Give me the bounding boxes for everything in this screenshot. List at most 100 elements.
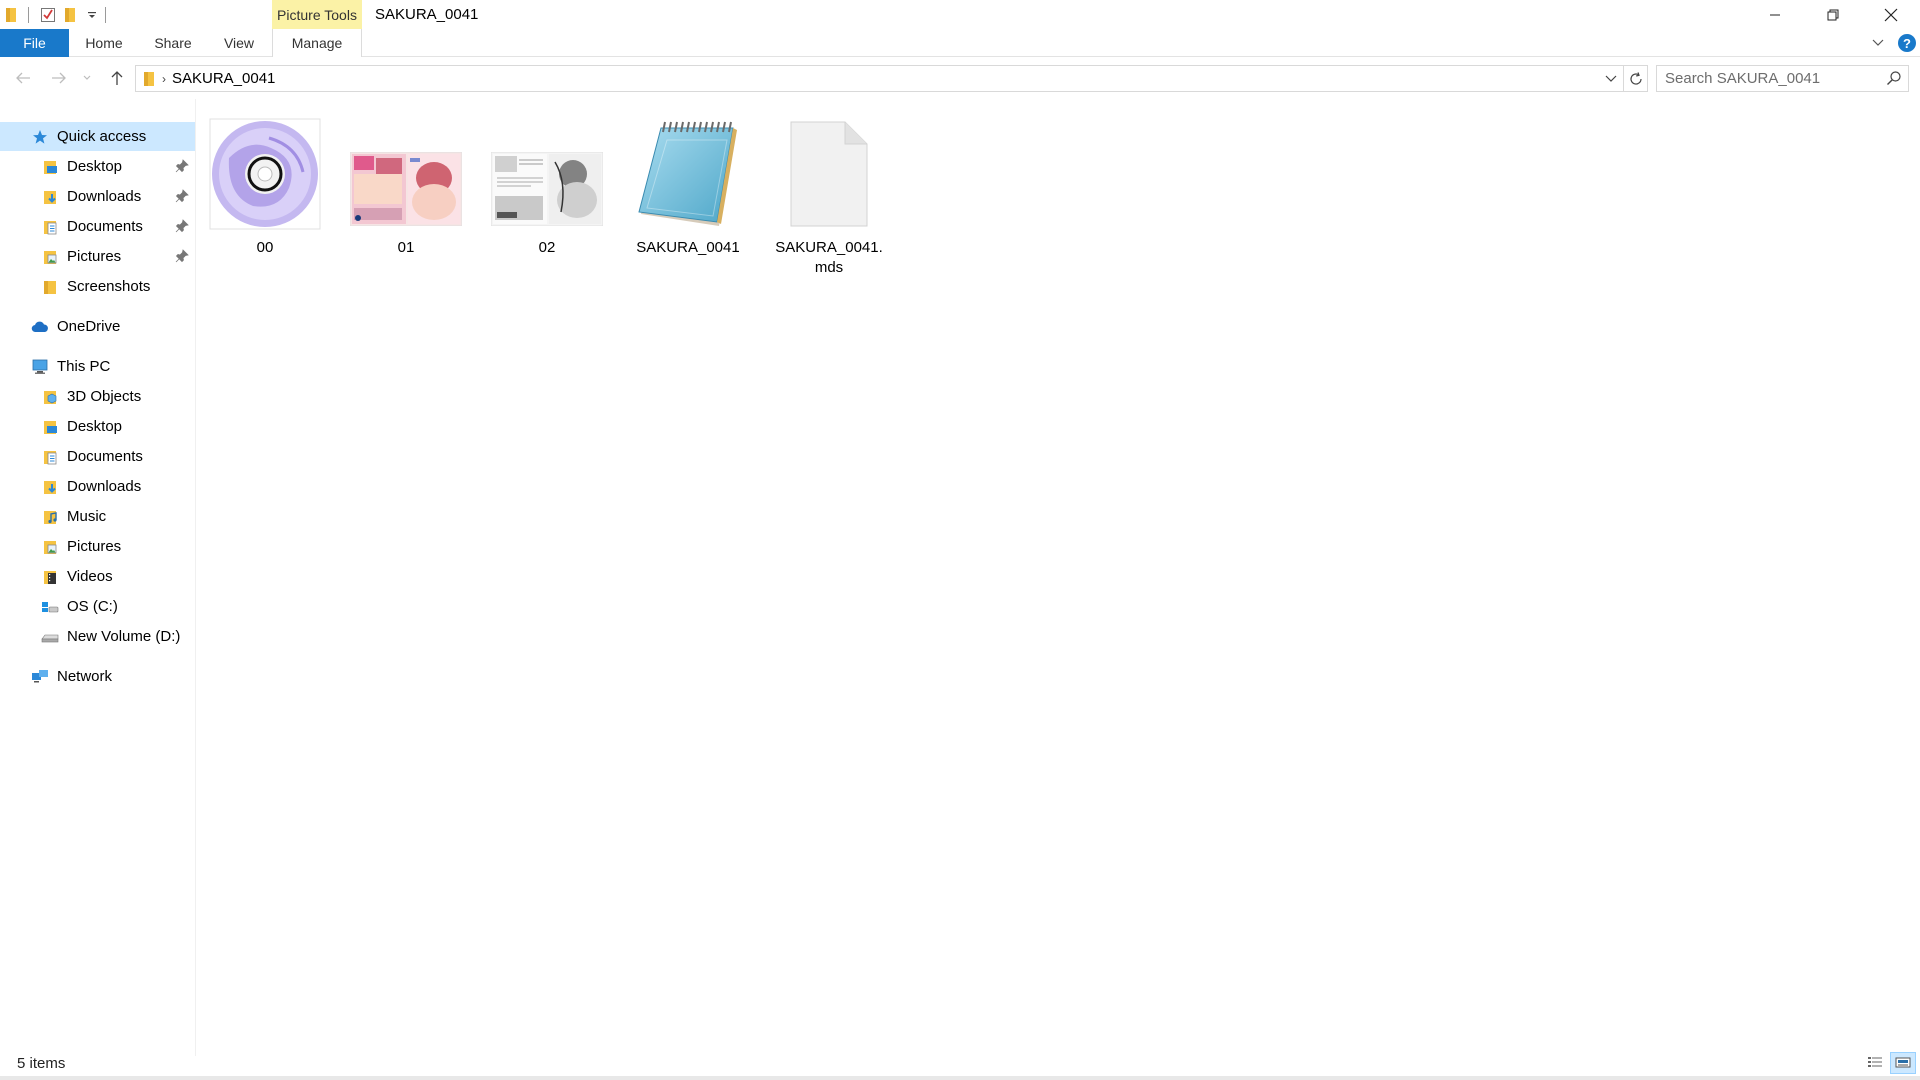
search-input[interactable] [1657,70,1872,87]
chevron-down-icon [83,75,91,80]
back-button[interactable] [12,67,34,89]
navigation-bar: › SAKURA_0041 [0,57,1920,99]
recent-locations-button[interactable] [80,67,94,89]
pin-icon [175,189,189,207]
tab-home[interactable]: Home [76,29,132,57]
nav-pc-pictures[interactable]: Pictures [0,532,195,561]
nav-quick-downloads[interactable]: Downloads [0,182,195,211]
breadcrumb-separator[interactable]: › [162,72,166,86]
nav-item-label: OneDrive [57,318,121,335]
nav-quick-pictures[interactable]: Pictures [0,242,195,271]
search-icon[interactable] [1886,70,1902,90]
close-icon [1884,8,1898,21]
nav-pc-desktop[interactable]: Desktop [0,412,195,441]
details-view-button[interactable] [1862,1052,1888,1074]
window-bottom-edge [0,1076,1920,1080]
restore-icon [1827,9,1839,20]
folder-icon [41,278,59,296]
window-title: SAKURA_0041 [375,6,479,23]
documents-folder-icon [41,448,59,466]
up-button[interactable] [106,67,128,89]
minimize-button[interactable] [1746,0,1804,29]
file-list: 00 01 02 SAKURA_0041 SAKURA_0041.mds [205,105,1905,1045]
pin-icon [175,159,189,177]
network-icon [31,668,49,686]
nav-item-label: Pictures [67,248,122,265]
downloads-folder-icon [41,478,59,496]
large-icons-view-button[interactable] [1890,1052,1916,1074]
nav-pc-os-drive[interactable]: OS (C:) [0,592,195,621]
disc-image-thumbnail [205,113,325,235]
file-name: SAKURA_0041 [636,239,740,256]
toolbar-separator [105,6,106,23]
view-switcher [1860,1052,1916,1074]
nav-pc-3d-objects[interactable]: 3D Objects [0,382,195,411]
nav-onedrive[interactable]: OneDrive [0,312,195,341]
desktop-folder-icon [41,418,59,436]
nav-item-label: 3D Objects [67,388,142,405]
file-name: 01 [397,239,415,256]
minimize-icon [1770,14,1780,15]
nav-pc-downloads[interactable]: Downloads [0,472,195,501]
nav-pc-new-volume[interactable]: New Volume (D:) [0,622,195,651]
file-item[interactable]: SAKURA_0041 [628,113,748,283]
picture-tools-context-label: Picture Tools [272,0,362,29]
forward-button[interactable] [48,67,70,89]
customize-toolbar-icon[interactable] [81,0,103,29]
tab-share[interactable]: Share [148,29,198,57]
nav-pc-documents[interactable]: Documents [0,442,195,471]
chevron-down-icon [1872,39,1884,46]
breadcrumb-sakura-0041[interactable]: SAKURA_0041 [172,70,275,87]
notepad-text-icon [628,113,748,235]
downloads-folder-icon [41,188,59,206]
nav-item-label: Videos [67,568,113,585]
nav-item-label: Network [57,668,113,685]
pictures-folder-icon [41,538,59,556]
address-history-dropdown[interactable] [1601,69,1621,89]
nav-quick-desktop[interactable]: Desktop [0,152,195,181]
nav-quick-access[interactable]: Quick access [0,122,195,151]
window-controls [1746,0,1920,29]
expand-ribbon-button[interactable] [1868,39,1888,47]
close-button[interactable] [1862,0,1920,29]
nav-network[interactable]: Network [0,662,195,691]
folder-icon [142,71,156,87]
up-arrow-icon [111,71,123,85]
file-item[interactable]: 01 [346,113,466,283]
toolbar-separator [28,6,29,23]
3d-objects-folder-icon [41,388,59,406]
file-item[interactable]: SAKURA_0041.mds [769,113,889,283]
search-box[interactable] [1656,65,1909,92]
tab-manage[interactable]: Manage [272,29,362,57]
nav-item-label: OS (C:) [67,598,118,615]
file-item[interactable]: 00 [205,113,325,283]
quick-access-toolbar [0,0,114,29]
nav-pc-videos[interactable]: Videos [0,562,195,591]
new-folder-icon[interactable] [59,0,81,29]
forward-arrow-icon [52,72,66,84]
nav-item-label: Music [67,508,107,525]
ribbon-right-controls: ? [1868,29,1920,57]
address-bar[interactable]: › SAKURA_0041 [135,65,1624,92]
nav-pc-music[interactable]: Music [0,502,195,531]
nav-quick-screenshots[interactable]: Screenshots [0,272,195,301]
file-name: 00 [256,239,274,256]
desktop-folder-icon [41,158,59,176]
blank-file-icon [769,113,889,235]
cloud-icon [31,318,49,336]
nav-this-pc[interactable]: This PC [0,352,195,381]
star-icon [31,128,49,146]
refresh-button[interactable] [1624,65,1648,92]
tab-file[interactable]: File [0,29,69,57]
status-bar: 5 items [0,1050,1920,1076]
file-name: 02 [538,239,556,256]
restore-button[interactable] [1804,0,1862,29]
tab-view[interactable]: View [216,29,262,57]
pictures-folder-icon [41,248,59,266]
os-drive-icon [41,598,59,616]
nav-quick-documents[interactable]: Documents [0,212,195,241]
nav-item-label: Desktop [67,158,123,175]
properties-icon[interactable] [37,0,59,29]
help-icon[interactable]: ? [1898,34,1916,52]
file-item[interactable]: 02 [487,113,607,283]
